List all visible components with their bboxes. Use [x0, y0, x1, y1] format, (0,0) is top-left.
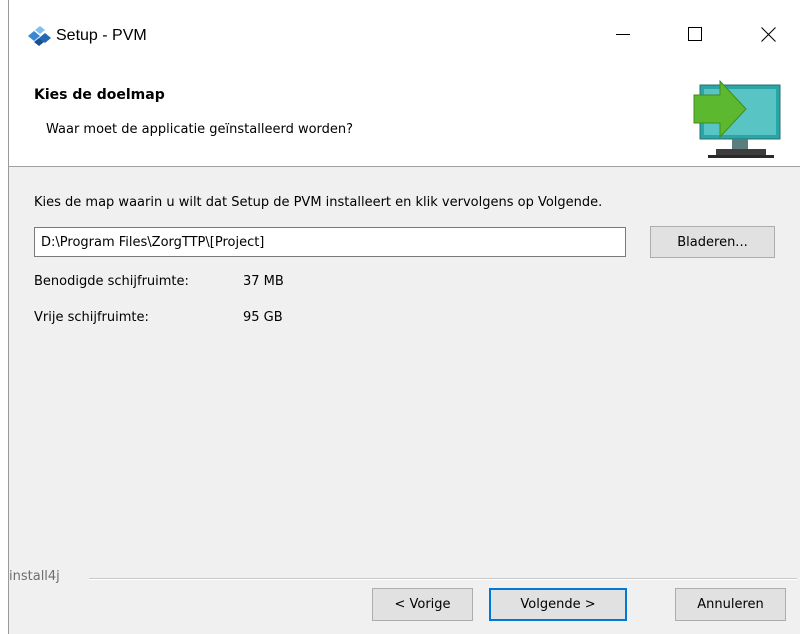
- cancel-button[interactable]: Annuleren: [675, 588, 786, 621]
- footer-divider: [89, 578, 797, 580]
- instruction-text: Kies de map waarin u wilt dat Setup de P…: [34, 195, 603, 210]
- free-space-value: 95 GB: [243, 310, 283, 325]
- back-button[interactable]: < Vorige: [372, 588, 473, 621]
- browse-button[interactable]: Bladeren...: [650, 226, 775, 258]
- next-button[interactable]: Volgende >: [489, 588, 627, 621]
- required-space-label: Benodigde schijfruimte:: [34, 274, 189, 289]
- maximize-button[interactable]: [672, 10, 718, 58]
- page-subtitle: Waar moet de applicatie geïnstalleerd wo…: [46, 122, 354, 137]
- required-space-value: 37 MB: [243, 274, 284, 289]
- install-to-computer-icon: [692, 69, 784, 159]
- minimize-button[interactable]: [600, 10, 646, 58]
- maximize-icon: [688, 27, 702, 41]
- pvm-app-icon: [26, 25, 52, 47]
- wizard-header: Kies de doelmap Waar moet de applicatie …: [9, 58, 800, 167]
- install-path-input[interactable]: [34, 227, 626, 257]
- title-bar[interactable]: Setup - PVM: [9, 0, 800, 58]
- close-icon: [760, 26, 776, 42]
- install4j-brand: install4j: [9, 569, 66, 584]
- free-space-label: Vrije schijfruimte:: [34, 310, 149, 325]
- minimize-icon: [616, 34, 630, 35]
- close-button[interactable]: [745, 10, 791, 58]
- window-title: Setup - PVM: [56, 27, 147, 44]
- setup-window: Setup - PVM Kies de doelmap Waar moet de…: [8, 0, 800, 634]
- page-title: Kies de doelmap: [34, 87, 165, 103]
